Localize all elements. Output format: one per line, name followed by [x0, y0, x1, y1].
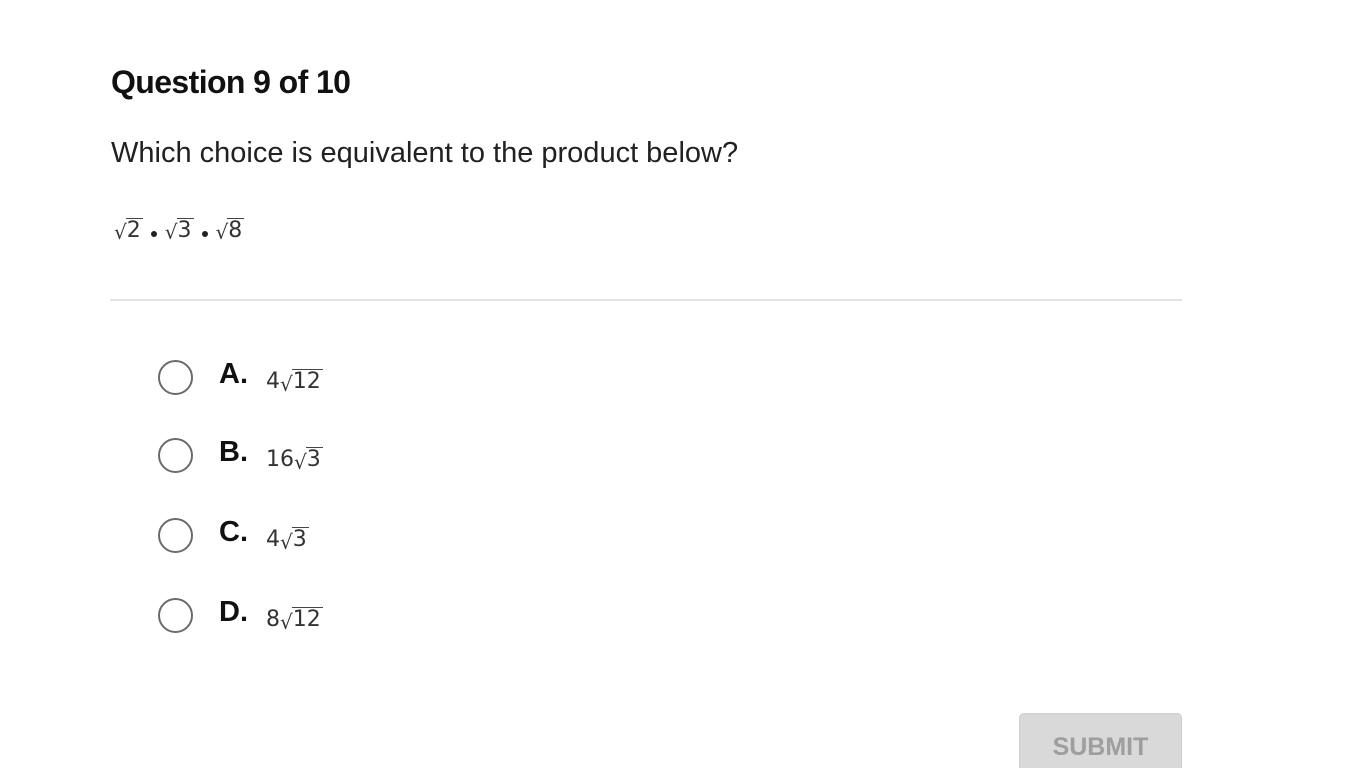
- radio-button[interactable]: [158, 597, 193, 633]
- math-expression: √ 2 √ 3 √ 8: [114, 218, 245, 242]
- choice-letter: B.: [219, 435, 248, 468]
- sqrt-term: √ 2: [114, 218, 143, 242]
- radio-button[interactable]: [158, 359, 193, 395]
- multiply-dot-icon: [150, 231, 157, 238]
- choice-c[interactable]: C. 4 √ 3: [158, 515, 309, 555]
- choice-answer: 4 √ 3: [266, 527, 309, 552]
- radio-button[interactable]: [158, 437, 193, 473]
- question-prompt: Which choice is equivalent to the produc…: [111, 137, 739, 169]
- radicand: 2: [125, 218, 143, 243]
- radicand: 12: [291, 369, 323, 395]
- coefficient: 4: [266, 526, 280, 552]
- choice-d[interactable]: D. 8 √ 12: [158, 595, 323, 635]
- question-header: Question 9 of 10: [111, 64, 351, 100]
- choice-a[interactable]: A. 4 √ 12: [158, 357, 323, 397]
- submit-button[interactable]: SUBMIT: [1019, 713, 1182, 768]
- radicand: 8: [227, 218, 245, 243]
- coefficient: 8: [266, 606, 280, 632]
- radicand: 12: [291, 607, 323, 633]
- choice-answer: 4 √ 12: [266, 369, 323, 394]
- quiz-page: Question 9 of 10 Which choice is equival…: [0, 0, 1366, 768]
- choice-b[interactable]: B. 16 √ 3: [158, 435, 323, 475]
- choice-answer: 8 √ 12: [266, 607, 323, 632]
- divider: [110, 299, 1182, 301]
- multiply-dot-icon: [201, 231, 208, 238]
- coefficient: 16: [266, 446, 294, 472]
- choice-letter: C.: [219, 515, 248, 548]
- radicand: 3: [305, 447, 323, 473]
- choice-letter: D.: [219, 595, 248, 628]
- radicand: 3: [176, 218, 194, 243]
- sqrt-term: √ 3: [165, 218, 194, 242]
- choice-letter: A.: [219, 357, 248, 390]
- sqrt-term: √ 8: [216, 218, 245, 242]
- choice-answer: 16 √ 3: [266, 447, 323, 472]
- coefficient: 4: [266, 368, 280, 394]
- radio-button[interactable]: [158, 517, 193, 553]
- radicand: 3: [291, 527, 309, 553]
